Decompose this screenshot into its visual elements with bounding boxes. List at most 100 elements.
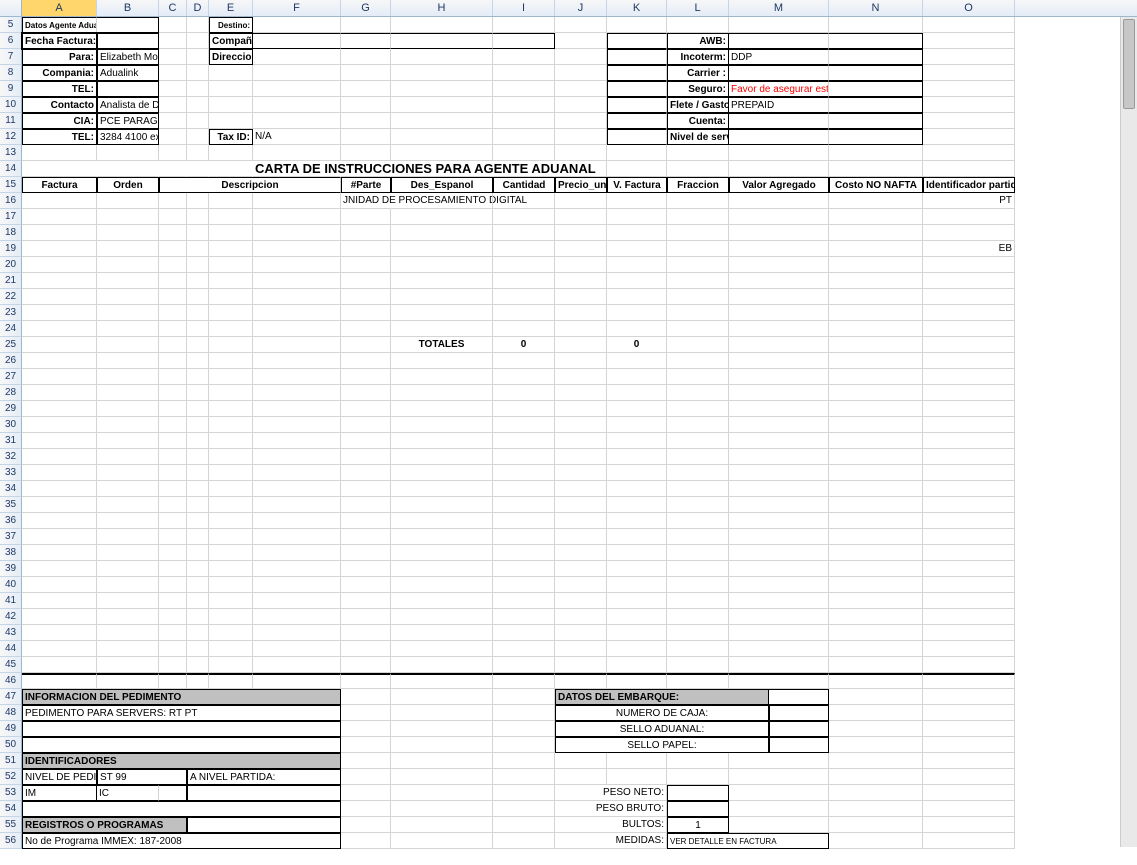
col-header-L[interactable]: L [667,0,729,16]
cell[interactable] [209,449,253,465]
cell[interactable] [391,817,493,833]
cell[interactable] [923,353,1015,369]
cell[interactable] [607,289,667,305]
cell[interactable] [829,657,923,673]
cell[interactable] [667,17,729,33]
cell[interactable] [253,81,341,97]
cell[interactable] [391,145,493,161]
cell[interactable] [493,593,555,609]
cell[interactable] [22,721,341,737]
cell[interactable] [159,321,187,337]
cell[interactable] [769,689,829,705]
cell[interactable] [923,833,1015,849]
cell[interactable] [829,145,923,161]
cell[interactable] [97,257,159,273]
cell[interactable] [555,33,607,49]
row-header-44[interactable]: 44 [0,641,22,657]
cell[interactable] [97,529,159,545]
cell[interactable] [923,545,1015,561]
cell[interactable] [555,417,607,433]
cell[interactable] [391,833,493,849]
cell[interactable] [159,193,187,209]
row-header-22[interactable]: 22 [0,289,22,305]
cell[interactable] [729,369,829,385]
cell[interactable] [667,289,729,305]
cell[interactable] [729,401,829,417]
cell[interactable] [923,481,1015,497]
cell[interactable] [923,65,1015,81]
cell[interactable]: TEL: [22,81,97,97]
cell[interactable]: 0 [493,337,555,353]
cell[interactable] [493,433,555,449]
cell[interactable] [209,289,253,305]
cell[interactable]: Contacto [22,97,97,113]
cell[interactable] [607,401,667,417]
cell[interactable] [341,129,391,145]
col-header-A[interactable]: A [22,0,97,16]
row-header-14[interactable]: 14 [0,161,22,177]
cell[interactable] [159,225,187,241]
cell[interactable] [187,465,209,481]
cell[interactable] [667,321,729,337]
cell[interactable] [555,129,607,145]
cell[interactable] [341,577,391,593]
cell[interactable] [97,433,159,449]
cell[interactable] [667,753,729,769]
row-header-55[interactable]: 55 [0,817,22,833]
cell[interactable]: Orden [97,177,159,193]
cell[interactable] [391,609,493,625]
row-header-33[interactable]: 33 [0,465,22,481]
cell[interactable] [97,209,159,225]
cell[interactable] [22,673,97,689]
cell[interactable] [729,673,829,689]
cell[interactable] [187,225,209,241]
cell[interactable] [493,513,555,529]
cell[interactable] [729,257,829,273]
row-header-47[interactable]: 47 [0,689,22,705]
cell[interactable] [187,321,209,337]
cell[interactable] [209,513,253,529]
cell[interactable] [209,81,253,97]
cell[interactable] [341,465,391,481]
cell[interactable] [493,641,555,657]
cell[interactable] [22,513,97,529]
cell[interactable] [667,209,729,225]
cell[interactable] [253,401,341,417]
row-header-27[interactable]: 27 [0,369,22,385]
cell[interactable] [729,561,829,577]
cell[interactable] [391,641,493,657]
cell[interactable] [253,497,341,513]
cell[interactable] [22,529,97,545]
cell[interactable] [729,17,829,33]
row-header-36[interactable]: 36 [0,513,22,529]
cell[interactable] [253,513,341,529]
cell[interactable] [209,417,253,433]
cell[interactable] [253,609,341,625]
cell[interactable] [667,337,729,353]
cell[interactable] [253,673,341,689]
cell[interactable] [391,433,493,449]
cell[interactable] [97,353,159,369]
cell[interactable] [829,209,923,225]
cell[interactable]: Seguro: [667,81,729,97]
cell[interactable] [493,257,555,273]
cell[interactable] [667,385,729,401]
cell[interactable] [341,833,391,849]
cell[interactable] [97,513,159,529]
cell[interactable] [97,449,159,465]
cell[interactable] [555,257,607,273]
cell[interactable] [391,497,493,513]
cell[interactable] [607,209,667,225]
row-header-45[interactable]: 45 [0,657,22,673]
cell[interactable] [555,353,607,369]
cell[interactable] [729,593,829,609]
row-header-9[interactable]: 9 [0,81,22,97]
row-header-49[interactable]: 49 [0,721,22,737]
cell[interactable] [829,369,923,385]
cell[interactable] [829,17,923,33]
cell[interactable] [493,241,555,257]
cell[interactable]: Costo NO NAFTA [829,177,923,193]
cell[interactable] [341,641,391,657]
cell[interactable] [159,273,187,289]
cell[interactable] [209,593,253,609]
